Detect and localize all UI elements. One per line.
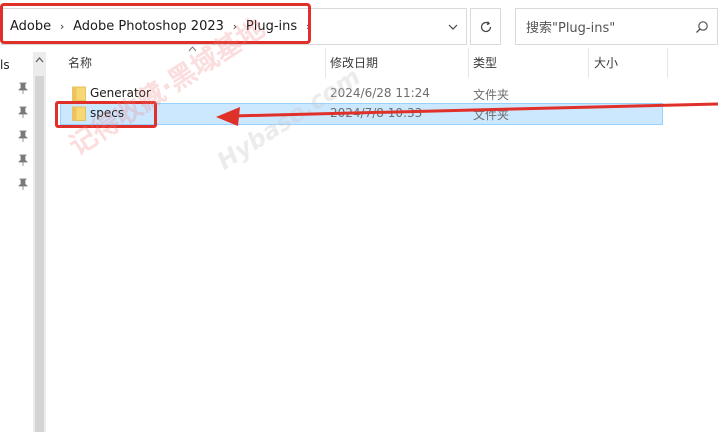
search-input[interactable]: 搜索"Plug-ins": [515, 8, 718, 45]
breadcrumb-plugins[interactable]: Plug-ins: [246, 19, 297, 34]
navigation-pane[interactable]: ls: [0, 52, 46, 432]
refresh-button[interactable]: [470, 8, 501, 45]
folder-icon: [72, 86, 86, 101]
pin-icon: [18, 82, 28, 94]
column-divider[interactable]: [667, 48, 668, 78]
sort-ascending-icon: [188, 46, 197, 52]
address-bar[interactable]: Adobe › Adobe Photoshop 2023 › Plug-ins …: [1, 8, 467, 45]
pin-icon: [18, 154, 28, 166]
search-icon: [696, 20, 708, 33]
file-type: 文件夹: [473, 108, 510, 122]
file-date: 2024/7/8 10:33: [330, 106, 423, 120]
file-name: Generator: [90, 86, 151, 100]
file-type: 文件夹: [473, 88, 510, 102]
pin-icon: [18, 178, 28, 190]
column-header-size[interactable]: 大小: [594, 54, 618, 74]
pin-icon: [18, 130, 28, 142]
file-row-generator[interactable]: Generator 2024/6/28 11:24 文件夹: [60, 83, 663, 105]
column-header-date[interactable]: 修改日期: [330, 54, 378, 74]
breadcrumb-photoshop[interactable]: Adobe Photoshop 2023: [73, 19, 224, 34]
scrollbar-thumb[interactable]: [35, 76, 44, 432]
column-header-type[interactable]: 类型: [473, 54, 497, 74]
breadcrumb-adobe[interactable]: Adobe: [10, 19, 51, 34]
column-header-name[interactable]: 名称: [68, 54, 92, 74]
pin-icon: [18, 106, 28, 118]
file-explorer-window: Adobe › Adobe Photoshop 2023 › Plug-ins …: [0, 0, 723, 432]
column-divider[interactable]: [468, 48, 469, 78]
search-placeholder: 搜索"Plug-ins": [526, 21, 616, 36]
file-name: specs: [90, 106, 125, 120]
folder-icon: [72, 106, 86, 121]
nav-label[interactable]: ls: [0, 58, 10, 72]
column-divider[interactable]: [588, 48, 589, 78]
chevron-right-icon[interactable]: ›: [51, 20, 73, 33]
file-row-specs[interactable]: specs 2024/7/8 10:33 文件夹: [60, 103, 663, 125]
file-date: 2024/6/28 11:24: [330, 86, 430, 100]
chevron-right-icon[interactable]: ›: [224, 20, 246, 33]
scroll-up-icon[interactable]: [35, 57, 44, 63]
chevron-right-icon[interactable]: ›: [297, 20, 319, 33]
address-history-button[interactable]: [440, 9, 466, 44]
refresh-icon: [480, 20, 491, 32]
nav-scrollbar[interactable]: [33, 52, 46, 432]
chevron-down-icon: [448, 24, 458, 30]
column-divider[interactable]: [325, 48, 326, 78]
breadcrumb: Adobe › Adobe Photoshop 2023 › Plug-ins …: [2, 9, 440, 44]
